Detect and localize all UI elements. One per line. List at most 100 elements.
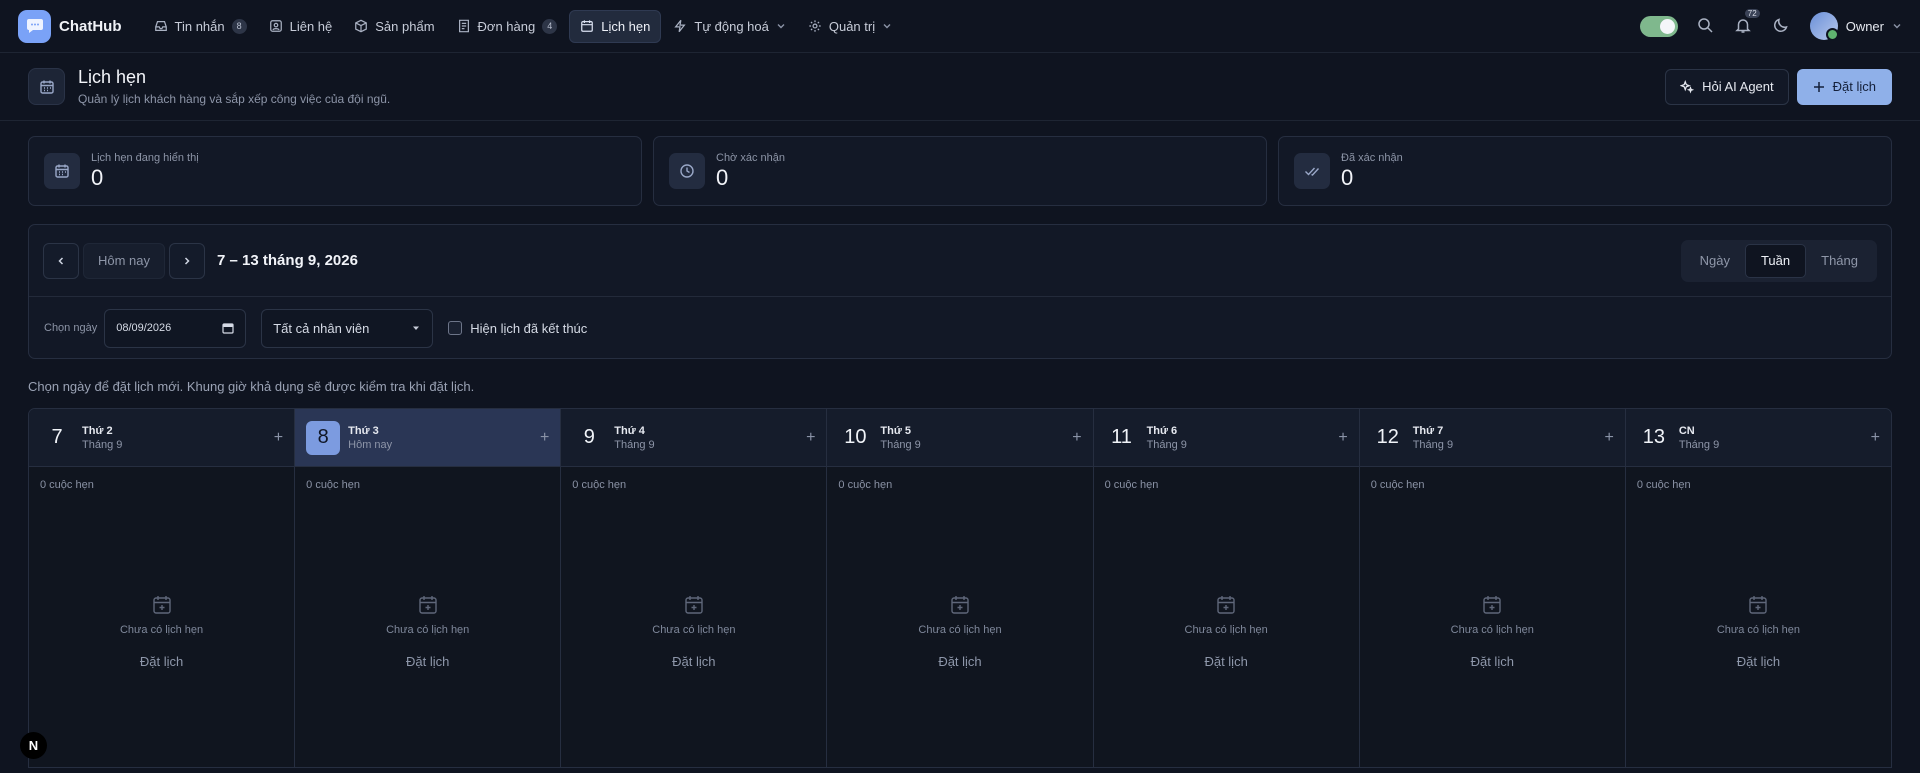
- calendar-icon: [44, 153, 80, 189]
- calendar-plus-icon: [1217, 596, 1235, 614]
- empty-book-link[interactable]: Đặt lịch: [1737, 654, 1780, 669]
- day-body[interactable]: 0 cuộc hẹn Chưa có lịch hẹn Đặt lịch: [561, 467, 827, 767]
- nav-badge: 8: [231, 18, 247, 34]
- moon-icon[interactable]: [1772, 16, 1792, 36]
- empty-state-text: Chưa có lịch hẹn: [1450, 624, 1534, 636]
- day-body[interactable]: 0 cuộc hẹn Chưa có lịch hẹn Đặt lịch: [1093, 467, 1359, 767]
- empty-book-link[interactable]: Đặt lịch: [406, 654, 449, 669]
- book-appointment-button[interactable]: Đặt lịch: [1796, 68, 1892, 105]
- next-week-button[interactable]: [169, 242, 206, 279]
- nav-item-admin[interactable]: Quản trị: [798, 10, 902, 43]
- calendar-icon: [28, 68, 65, 105]
- add-appointment-plus-icon[interactable]: +: [1338, 429, 1347, 447]
- nav-item-appointments[interactable]: Lịch hẹn: [569, 9, 662, 43]
- stat-label: Lịch hẹn đang hiển thị: [91, 151, 199, 164]
- week-grid: 7 Thứ 2 Tháng 9 + 0 cuộc hẹn Chưa có lịch hẹ…: [28, 408, 1892, 768]
- empty-state-text: Chưa có lịch hẹn: [119, 624, 204, 636]
- view-day-tab[interactable]: Ngày: [1685, 244, 1745, 278]
- nav-item-orders[interactable]: Đơn hàng 4: [447, 10, 568, 43]
- calendar-plus-icon: [1483, 596, 1501, 614]
- day-sub: Tháng 9: [1146, 438, 1187, 451]
- plus-icon: [1813, 81, 1824, 92]
- view-week-tab[interactable]: Tuần: [1744, 243, 1807, 278]
- dev-tools-badge[interactable]: N: [20, 732, 47, 759]
- calendar-plus-icon: [152, 596, 171, 614]
- user-menu[interactable]: Owner: [1809, 12, 1902, 41]
- stat-card-confirmed: Đã xác nhận 0: [1278, 136, 1892, 206]
- view-month-tab[interactable]: Tháng: [1806, 244, 1873, 278]
- day-column-today: 8 Thứ 3 Hôm nay + 0 cuộc hẹn Chưa có lịch hẹ…: [295, 409, 562, 767]
- appointment-count: 0 cuộc hẹn: [40, 479, 94, 491]
- date-range-label: 7 – 13 tháng 9, 2026: [217, 252, 358, 269]
- day-sub: Tháng 9: [1412, 438, 1454, 451]
- day-name: CN: [1678, 424, 1695, 437]
- day-number: 10: [844, 426, 867, 448]
- empty-book-link[interactable]: Đặt lịch: [938, 654, 981, 669]
- day-sub: Tháng 9: [614, 438, 655, 451]
- prev-week-button[interactable]: [43, 242, 79, 279]
- stat-value: 0: [91, 164, 104, 190]
- ai-toggle-switch[interactable]: [1639, 15, 1678, 37]
- calendar-plus-icon: [1749, 596, 1768, 614]
- staff-select[interactable]: Tất cả nhân viên: [261, 308, 434, 348]
- add-appointment-plus-icon[interactable]: +: [1871, 429, 1880, 447]
- day-body[interactable]: 0 cuộc hẹn Chưa có lịch hẹn Đặt lịch: [1625, 467, 1891, 767]
- stat-label: Chờ xác nhận: [716, 151, 785, 164]
- calendar-icon[interactable]: [222, 322, 234, 334]
- chevron-down-icon: [883, 24, 891, 29]
- nav-label: Lịch hẹn: [601, 18, 651, 34]
- brand-name[interactable]: ChatHub: [59, 18, 122, 35]
- stats-row: Lịch hẹn đang hiển thị 0 Chờ xác nhận 0 …: [0, 136, 1920, 206]
- day-body[interactable]: 0 cuộc hẹn Chưa có lịch hẹn Đặt lịch: [295, 467, 561, 767]
- nav-label: Sản phẩm: [375, 18, 435, 34]
- empty-state-text: Chưa có lịch hẹn: [386, 624, 470, 636]
- today-button[interactable]: Hôm nay: [83, 242, 166, 279]
- ask-ai-agent-button[interactable]: Hỏi AI Agent: [1665, 68, 1789, 105]
- contact-icon: [269, 20, 282, 32]
- calendar-toolbar: Hôm nay 7 – 13 tháng 9, 2026 Ngày Tuần T…: [28, 224, 1892, 359]
- day-sub: Tháng 9: [82, 438, 123, 451]
- day-body[interactable]: 0 cuộc hẹn Chưa có lịch hẹn Đặt lịch: [827, 467, 1093, 767]
- stat-value: 0: [1341, 164, 1354, 190]
- chevron-left-icon: [58, 256, 64, 265]
- add-appointment-plus-icon[interactable]: +: [540, 429, 549, 447]
- checkbox-box[interactable]: [448, 321, 463, 335]
- empty-book-link[interactable]: Đặt lịch: [672, 654, 715, 669]
- day-sub: Tháng 9: [1678, 438, 1720, 451]
- show-finished-checkbox[interactable]: Hiện lịch đã kết thúc: [448, 321, 587, 336]
- bell-icon[interactable]: 72: [1734, 9, 1760, 36]
- chat-logo-icon[interactable]: [18, 9, 51, 43]
- add-appointment-plus-icon[interactable]: +: [806, 429, 815, 447]
- nav-item-automation[interactable]: Tự động hoá: [663, 10, 795, 43]
- nav-label: Tin nhắn: [174, 18, 225, 34]
- day-sub: Tháng 9: [880, 438, 921, 451]
- day-number: 9: [583, 426, 595, 448]
- empty-book-link[interactable]: Đặt lịch: [1471, 654, 1514, 669]
- notification-badge: 72: [1744, 9, 1760, 18]
- nav-label: Liên hệ: [289, 18, 333, 34]
- day-name: Thứ 2: [82, 424, 113, 437]
- nav-item-products[interactable]: Sản phẩm: [344, 10, 444, 43]
- day-number: 13: [1642, 426, 1665, 448]
- add-appointment-plus-icon[interactable]: +: [1605, 429, 1614, 447]
- appointment-count: 0 cuộc hẹn: [1104, 479, 1159, 491]
- add-appointment-plus-icon[interactable]: +: [1072, 429, 1081, 447]
- day-body[interactable]: 0 cuộc hẹn Chưa có lịch hẹn Đặt lịch: [1359, 467, 1625, 767]
- book-label: Đặt lịch: [1832, 79, 1876, 94]
- empty-book-link[interactable]: Đặt lịch: [140, 654, 183, 669]
- search-icon[interactable]: [1696, 16, 1716, 36]
- nav-item-contacts[interactable]: Liên hệ: [259, 10, 343, 43]
- day-column: 11 Thứ 6 Tháng 9 + 0 cuộc hẹn Chưa có lịch h…: [1093, 409, 1360, 767]
- empty-book-link[interactable]: Đặt lịch: [1204, 654, 1247, 669]
- chevron-right-icon: [185, 256, 190, 265]
- calendar-plus-icon: [685, 596, 703, 614]
- day-name: Thứ 6: [1146, 424, 1178, 437]
- day-body[interactable]: 0 cuộc hẹn Chưa có lịch hẹn Đặt lịch: [29, 467, 295, 767]
- date-picker-input[interactable]: 08/09/2026: [104, 308, 247, 348]
- add-appointment-plus-icon[interactable]: +: [274, 429, 283, 447]
- nav-item-messages[interactable]: Tin nhắn 8: [144, 10, 257, 43]
- appointment-count: 0 cuộc hẹn: [306, 479, 360, 491]
- inbox-icon: [154, 21, 167, 31]
- empty-state-text: Chưa có lịch hẹn: [1184, 624, 1268, 636]
- page-subtitle: Quản lý lịch khách hàng và sắp xếp công …: [78, 92, 391, 106]
